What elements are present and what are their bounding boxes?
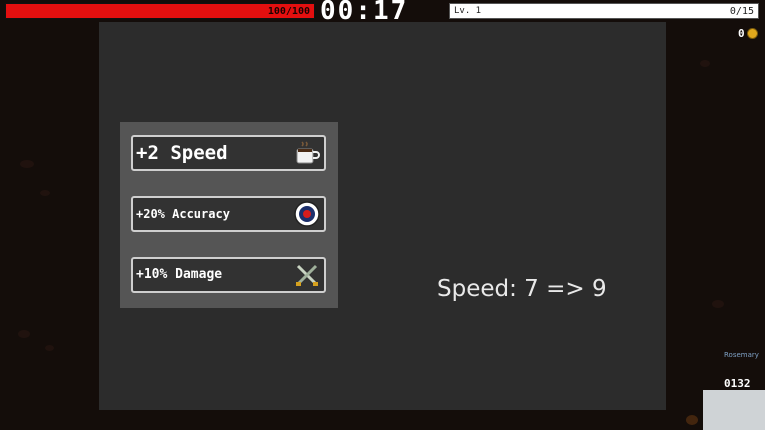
level-label: Lv. 1: [454, 6, 482, 16]
upgrade-choice-speed[interactable]: +2 Speed: [131, 135, 326, 171]
health-bar: 100/100: [5, 3, 315, 19]
xp-bar: Lv. 1 0/15: [449, 3, 759, 19]
upgrade-choice-label: +10% Damage: [136, 267, 223, 282]
target-icon: [294, 201, 320, 227]
coin-counter: 0: [738, 27, 758, 40]
upgrade-choice-label: +2 Speed: [136, 142, 228, 164]
coffee-cup-icon: [296, 141, 320, 164]
xp-text: 0/15: [729, 6, 754, 17]
upgrade-choice-label: +20% Accuracy: [136, 207, 230, 221]
upgrade-choice-damage[interactable]: +10% Damage: [131, 257, 326, 293]
upgrade-choice-accuracy[interactable]: +20% Accuracy: [131, 196, 326, 232]
health-text: 100/100: [267, 6, 310, 17]
coin-count: 0: [738, 27, 745, 40]
player-name-tag: Rosemary: [724, 351, 759, 359]
minimap: [703, 390, 765, 430]
kill-count: 0132: [724, 377, 751, 390]
upgrade-choices: +2 Speed +20% Accuracy +10% Damage: [120, 122, 338, 308]
top-hud: 100/100 00:17 Lv. 1 0/15: [0, 0, 765, 25]
coin-icon: [746, 28, 758, 39]
crossed-swords-icon: [296, 264, 318, 286]
stat-change-preview: Speed: 7 => 9: [437, 276, 607, 302]
